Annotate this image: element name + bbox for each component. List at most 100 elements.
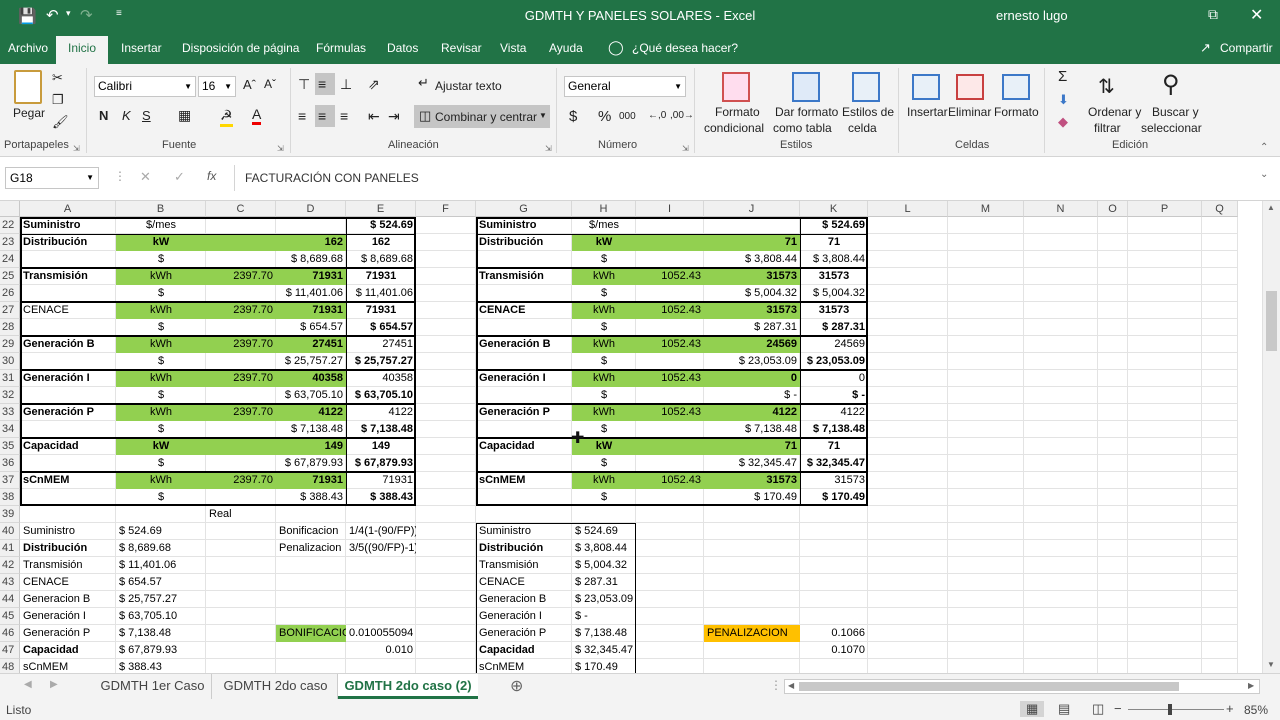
tab-disposicion[interactable]: Disposición de página <box>182 41 299 55</box>
tab-formulas[interactable]: Fórmulas <box>316 41 366 55</box>
row-header[interactable]: 36 <box>0 455 20 472</box>
zoom-out-icon[interactable]: − <box>1114 701 1122 716</box>
cell[interactable]: CENACE <box>20 574 116 591</box>
format-painter-icon[interactable]: 🖌 <box>52 114 69 130</box>
column-header[interactable]: D <box>276 201 346 217</box>
align-bottom-icon[interactable]: ⊥ <box>340 76 352 93</box>
page-break-icon[interactable]: ◫ <box>1092 701 1104 717</box>
cell[interactable]: Penalizacion <box>276 540 346 557</box>
format-cells-icon[interactable] <box>1002 74 1030 100</box>
row-header[interactable]: 30 <box>0 353 20 370</box>
find-select-label2[interactable]: seleccionar <box>1141 121 1202 135</box>
tab-ayuda[interactable]: Ayuda <box>549 41 583 55</box>
increase-decimal-icon[interactable]: ←,0 <box>648 110 666 121</box>
expand-formula-icon[interactable]: ⌄ <box>1260 169 1268 180</box>
cell[interactable]: PENALIZACION <box>704 625 800 642</box>
font-color-icon[interactable]: A <box>252 106 262 125</box>
cell[interactable]: Generación I <box>20 608 116 625</box>
insert-cells-icon[interactable] <box>912 74 940 100</box>
borders-icon[interactable]: ▦ <box>178 107 191 124</box>
cell[interactable]: $ 524.69 <box>116 523 206 540</box>
row-header[interactable]: 31 <box>0 370 20 387</box>
row-header[interactable]: 35 <box>0 438 20 455</box>
row-header[interactable]: 32 <box>0 387 20 404</box>
column-header[interactable]: G <box>476 201 572 217</box>
cell[interactable]: $ 388.43 <box>116 659 206 673</box>
column-header[interactable]: C <box>206 201 276 217</box>
column-header[interactable]: K <box>800 201 868 217</box>
row-header[interactable]: 33 <box>0 404 20 421</box>
row-header[interactable]: 39 <box>0 506 20 523</box>
cell[interactable]: $ 654.57 <box>116 574 206 591</box>
cell[interactable]: 0.010055094 <box>346 625 416 642</box>
fill-icon[interactable]: ⬇ <box>1058 92 1069 108</box>
row-header[interactable]: 43 <box>0 574 20 591</box>
clipboard-launcher-icon[interactable]: ⇲ <box>73 144 80 153</box>
find-select-label1[interactable]: Buscar y <box>1152 105 1199 119</box>
cell[interactable]: 0.010 <box>346 642 416 659</box>
clear-icon[interactable]: ◆ <box>1058 114 1068 130</box>
column-header[interactable]: P <box>1128 201 1202 217</box>
cell[interactable]: Generacion B <box>20 591 116 608</box>
scroll-up-icon[interactable]: ▲ <box>1267 203 1275 212</box>
wrap-text-button[interactable]: Ajustar texto <box>435 79 502 93</box>
tab-insertar[interactable]: Insertar <box>121 41 162 55</box>
sort-filter-label2[interactable]: filtrar <box>1094 121 1121 135</box>
tab-vista[interactable]: Vista <box>500 41 526 55</box>
decrease-decimal-icon[interactable]: ,00→ <box>670 110 694 121</box>
sort-filter-label1[interactable]: Ordenar y <box>1088 105 1141 119</box>
shrink-font-icon[interactable]: Aˇ <box>264 77 276 91</box>
chevron-down-icon[interactable]: ▼ <box>539 111 547 120</box>
cell[interactable]: Transmisión <box>20 557 116 574</box>
cancel-icon[interactable]: ✕ <box>140 169 151 185</box>
cell[interactable]: $ 11,401.06 <box>116 557 206 574</box>
row-header[interactable]: 34 <box>0 421 20 438</box>
row-header[interactable]: 41 <box>0 540 20 557</box>
normal-view-icon[interactable]: ▦ <box>1020 701 1045 717</box>
conditional-format-label2[interactable]: condicional <box>704 121 764 135</box>
column-header[interactable]: F <box>416 201 476 217</box>
scroll-down-icon[interactable]: ▼ <box>1267 660 1275 669</box>
row-header[interactable]: 45 <box>0 608 20 625</box>
increase-indent-icon[interactable]: ⇥ <box>388 108 400 125</box>
format-as-table-label1[interactable]: Dar formato <box>775 105 838 119</box>
cell[interactable]: Distribución <box>20 540 116 557</box>
column-header[interactable]: L <box>868 201 948 217</box>
comma-style-icon[interactable]: 000 <box>619 111 636 122</box>
h-scroll-thumb[interactable] <box>799 682 1179 691</box>
sheet-tab-3-active[interactable]: GDMTH 2do caso (2) <box>338 674 478 699</box>
autosum-icon[interactable]: Σ <box>1058 68 1067 85</box>
row-header[interactable]: 27 <box>0 302 20 319</box>
column-header[interactable]: N <box>1024 201 1098 217</box>
name-box[interactable]: G18 ▼ <box>5 167 99 189</box>
delete-cells-button[interactable]: Eliminar <box>948 105 991 119</box>
prev-sheet-icon[interactable]: ◀ <box>24 679 32 690</box>
share-button[interactable]: Compartir <box>1220 41 1273 55</box>
cell[interactable]: sCnMEM <box>20 659 116 673</box>
scroll-left-icon[interactable]: ◀ <box>788 681 794 690</box>
column-header[interactable]: I <box>636 201 704 217</box>
sheet-tab-2[interactable]: GDMTH 2do caso <box>214 674 338 699</box>
align-middle-icon[interactable]: ≡ <box>318 76 326 92</box>
paste-icon[interactable] <box>14 70 42 104</box>
row-header[interactable]: 47 <box>0 642 20 659</box>
column-header[interactable]: H <box>572 201 636 217</box>
cell[interactable]: $ 8,689.68 <box>116 540 206 557</box>
row-header[interactable]: 38 <box>0 489 20 506</box>
cell[interactable]: Suministro <box>20 523 116 540</box>
align-center-icon[interactable]: ≡ <box>318 108 326 124</box>
row-header[interactable]: 24 <box>0 251 20 268</box>
cell[interactable]: 3/5((90/FP)-1)*100 <box>346 540 416 557</box>
sheet-tab-1[interactable]: GDMTH 1er Caso <box>94 674 212 699</box>
row-header[interactable]: 29 <box>0 336 20 353</box>
row-header[interactable]: 42 <box>0 557 20 574</box>
percent-icon[interactable]: % <box>598 108 611 125</box>
tab-revisar[interactable]: Revisar <box>441 41 482 55</box>
italic-button[interactable]: K <box>122 108 131 123</box>
conditional-format-label1[interactable]: Formato <box>715 105 760 119</box>
cell[interactable]: 0.1070 <box>800 642 868 659</box>
column-header[interactable]: O <box>1098 201 1128 217</box>
row-header[interactable]: 46 <box>0 625 20 642</box>
cell-styles-icon[interactable] <box>852 72 880 102</box>
underline-button[interactable]: S <box>142 108 151 123</box>
